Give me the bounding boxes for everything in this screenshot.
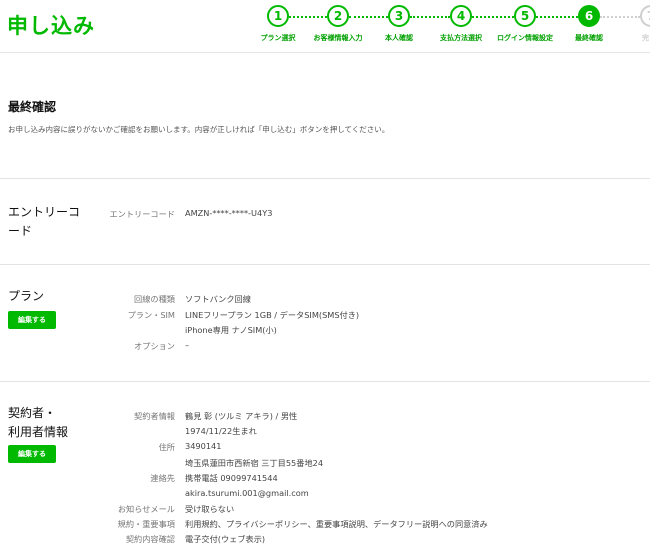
step-number: 3	[388, 5, 410, 27]
field-value: 電子交付(ウェブ表示)	[185, 534, 266, 544]
field-label: オプション	[134, 341, 175, 351]
progress-steps: 1 プラン選択 2 お客様情報入力 3 本人確認 4 支払方法選択 5 ログイン…	[0, 0, 650, 53]
field-label: 規約・重要事項	[117, 519, 175, 529]
intro-text: お申し込み内容に誤りがないかご確認をお願いします。内容が正しければ「申し込む」ボ…	[8, 125, 390, 134]
field-value: LINEフリープラン 1GB / データSIM(SMS付き)	[185, 310, 360, 320]
field-label: エントリーコード	[109, 209, 175, 219]
field-label: プラン・SIM	[127, 310, 175, 320]
field-value: 鶴見 彰 (ツルミ アキラ) / 男性	[185, 411, 298, 421]
field-label: お知らせメール	[117, 504, 175, 514]
field-value: 埼玉県蓮田市西新宿 三丁目55番地24	[185, 458, 324, 468]
field-value: 1974/11/22生まれ	[185, 426, 257, 436]
step-number: 2	[327, 5, 349, 27]
field-label: 契約者情報	[134, 411, 175, 421]
field-value: ソフトバンク回線	[185, 294, 251, 304]
field-value: akira.tsurumi.001@gmail.com	[185, 488, 309, 498]
section-divider	[0, 381, 650, 382]
section-title-contractor: 契約者・ 利用者情報	[8, 404, 68, 442]
step-number: 1	[267, 5, 289, 27]
edit-contractor-button[interactable]: 編集する	[8, 445, 56, 463]
edit-plan-button[interactable]: 編集する	[8, 311, 56, 329]
section-title-line: ード	[8, 224, 33, 238]
field-label: 住所	[158, 442, 175, 452]
field-value: 3490141	[185, 441, 222, 451]
section-title-line: 利用者情報	[8, 425, 69, 439]
header-bar: 申し込み 1 プラン選択 2 お客様情報入力 3 本人確認 4 支払方法選択 5…	[0, 0, 650, 53]
field-value: 利用規約、プライバシーポリシー、重要事項説明、データフリー説明への同意済み	[185, 519, 488, 529]
field-value: AMZN-****-****-U4Y3	[185, 208, 273, 218]
field-value: –	[185, 340, 190, 350]
step-number: 7	[640, 5, 650, 27]
step-number: 6	[578, 5, 600, 27]
field-value: 受け取らない	[185, 504, 235, 514]
step-number: 4	[450, 5, 472, 27]
section-divider	[0, 178, 650, 179]
section-title-line: 契約者・	[8, 406, 57, 420]
section-title-plan: プラン	[8, 289, 45, 303]
field-value: 携帯電話 09099741544	[185, 473, 278, 483]
step-label: 完	[642, 34, 649, 42]
step-number: 5	[514, 5, 536, 27]
field-label: 連絡先	[150, 473, 175, 483]
section-title-entry-code: エントリーコ ード	[8, 203, 80, 241]
section-title-line: エントリーコ	[8, 205, 81, 219]
section-divider	[0, 264, 650, 265]
step-complete: 7 完	[610, 5, 650, 43]
page-title: 最終確認	[8, 100, 57, 114]
field-label: 契約内容確認	[125, 534, 175, 544]
field-label: 回線の種類	[134, 294, 175, 304]
field-value: iPhone専用 ナノSIM(小)	[185, 325, 277, 335]
